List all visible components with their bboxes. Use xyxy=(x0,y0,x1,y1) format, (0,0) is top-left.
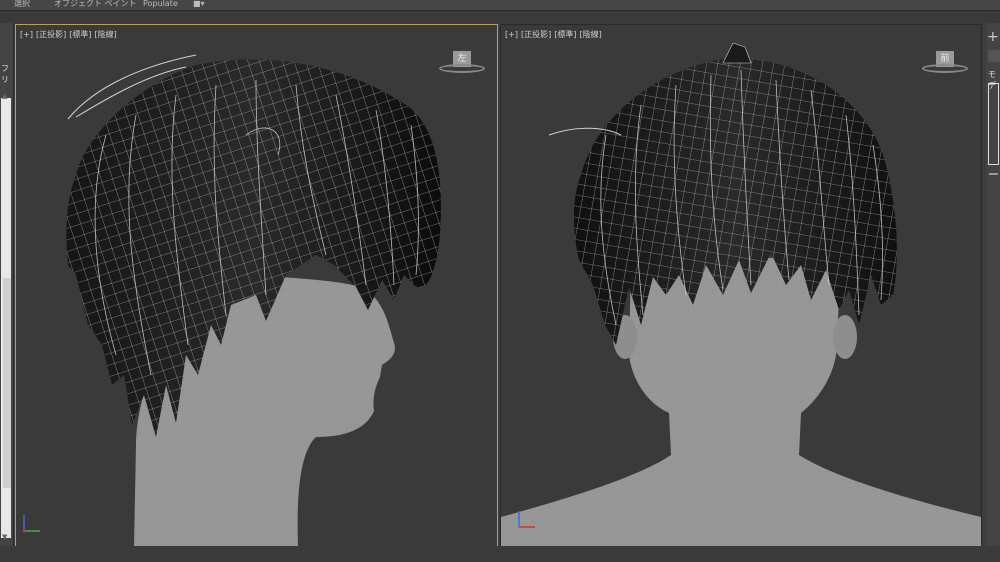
scrollbar-thumb[interactable] xyxy=(3,278,11,488)
menu-item-populate[interactable]: Populate xyxy=(143,0,178,8)
panel-tab[interactable] xyxy=(988,50,1000,62)
scroll-up-icon[interactable]: ▲ xyxy=(2,92,7,100)
create-plus-icon[interactable]: + xyxy=(987,29,999,45)
viewport-left[interactable]: [+] [正投影] [標準] [陰線] 左 xyxy=(15,24,498,547)
scene-explorer-scrollbar[interactable] xyxy=(1,98,11,538)
toolbar-strip xyxy=(0,11,1000,23)
head-mesh-front xyxy=(501,257,981,546)
status-bar xyxy=(0,546,1000,562)
menu-item-object-paint[interactable]: オブジェクト ペイント xyxy=(54,0,137,8)
viewport-front[interactable]: [+] [正投影] [標準] [陰線] 前 xyxy=(500,24,982,547)
scroll-down-icon[interactable]: ▼ xyxy=(2,533,7,541)
menu-item-select[interactable]: 選択 xyxy=(14,0,30,8)
menu-bar: 選択 オブジェクト ペイント Populate ■▾ xyxy=(0,0,1000,11)
scene-explorer-label: フリ xyxy=(1,64,9,84)
pin-stack-icon[interactable] xyxy=(989,173,998,175)
modifier-stack-list[interactable] xyxy=(988,83,999,165)
command-panel: + モデ xyxy=(986,23,1000,562)
axis-gizmo xyxy=(22,515,40,533)
scene-explorer-panel: フリ ▲ ▼ xyxy=(0,23,14,562)
camera-dropdown-icon[interactable]: ■▾ xyxy=(193,0,205,8)
